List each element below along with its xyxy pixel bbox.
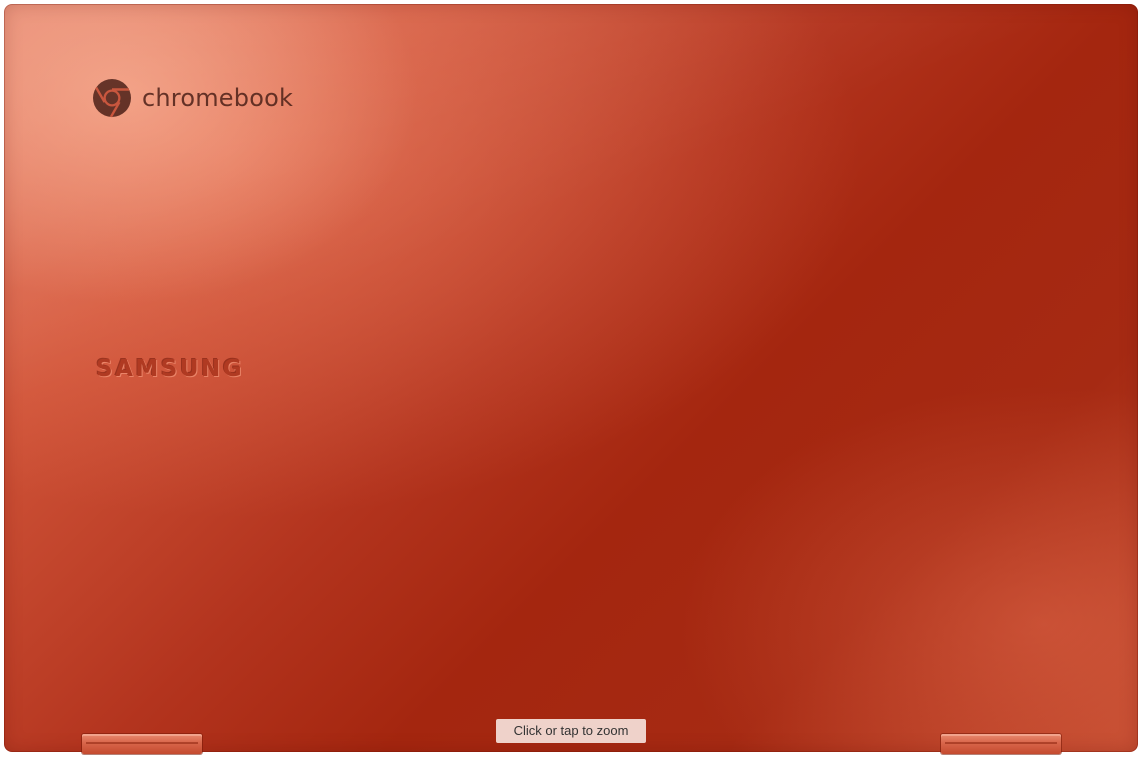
chrome-logo-icon — [92, 78, 132, 118]
hinge-right — [941, 734, 1061, 754]
zoom-hint-button[interactable]: Click or tap to zoom — [496, 719, 646, 743]
chromebook-lid-image[interactable]: chromebook SAMSUNG — [4, 4, 1138, 752]
product-image-viewer[interactable]: chromebook SAMSUNG Click or tap to zoom — [0, 0, 1142, 760]
hinge-left — [82, 734, 202, 754]
samsung-logo: SAMSUNG — [96, 356, 245, 382]
chromebook-wordmark: chromebook — [142, 84, 294, 112]
chromebook-logo: chromebook — [92, 78, 293, 118]
